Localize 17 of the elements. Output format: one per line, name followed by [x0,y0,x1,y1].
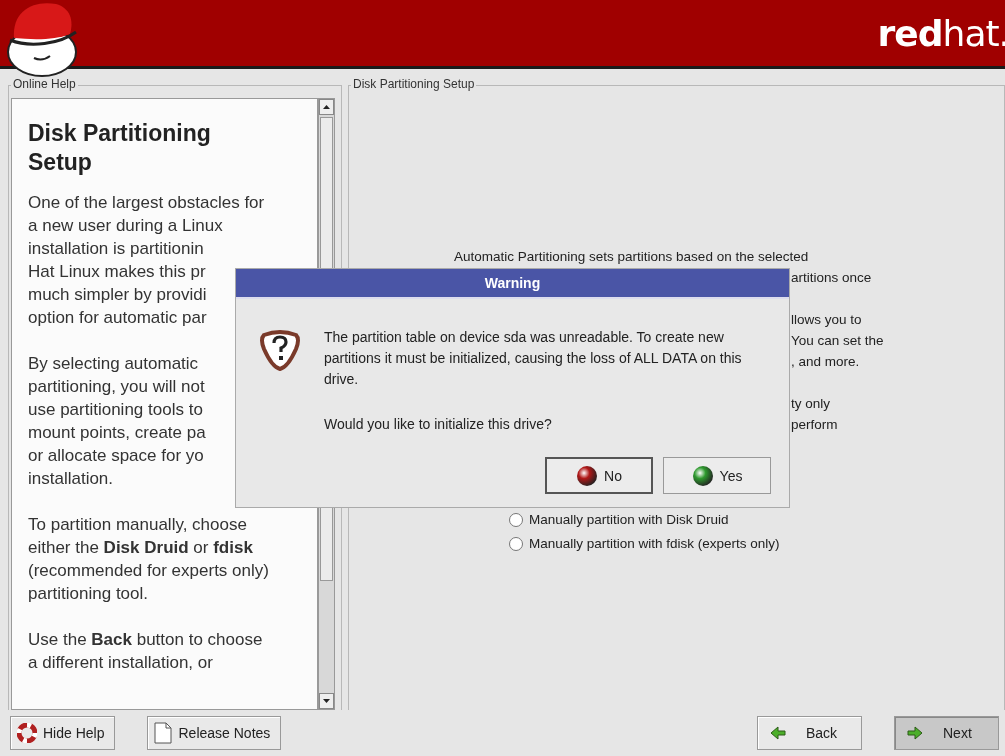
help-paragraph: To partition manually, choose either the Disk Druid or fdisk (recommended for experts only) partitioning tool. [28,514,270,605]
panel-title: Online Help [11,77,78,91]
dialog-message: The partition table on device sda was unreadable. To create new partitions it must be initialized, causing the loss of ALL DATA on this drive. [324,328,743,389]
description-text: artitions once [791,269,872,287]
description-text: ty only [791,395,831,413]
description-text: perform [791,416,838,434]
description-text: Automatic Partitioning sets partitions based on the selected [454,248,809,266]
help-paragraph: Use the Back button to choose a different installation, or [28,629,264,674]
panel-title: Disk Partitioning Setup [351,77,477,91]
description-text: , and more. [791,353,860,371]
help-heading: Disk Partitioning Setup [28,119,212,177]
description-text: llows you to [791,311,862,329]
description-text: You can set the [791,332,884,350]
brand-logo: redhat. [877,12,1005,54]
dialog-title: Warning [236,269,789,299]
dialog-question: Would you like to initialize this drive? [324,415,553,434]
help-paragraph: By selecting automatic partitioning, you will not use partitioning tools to mount points, create pa or allocate space for yo installation. [28,353,207,490]
